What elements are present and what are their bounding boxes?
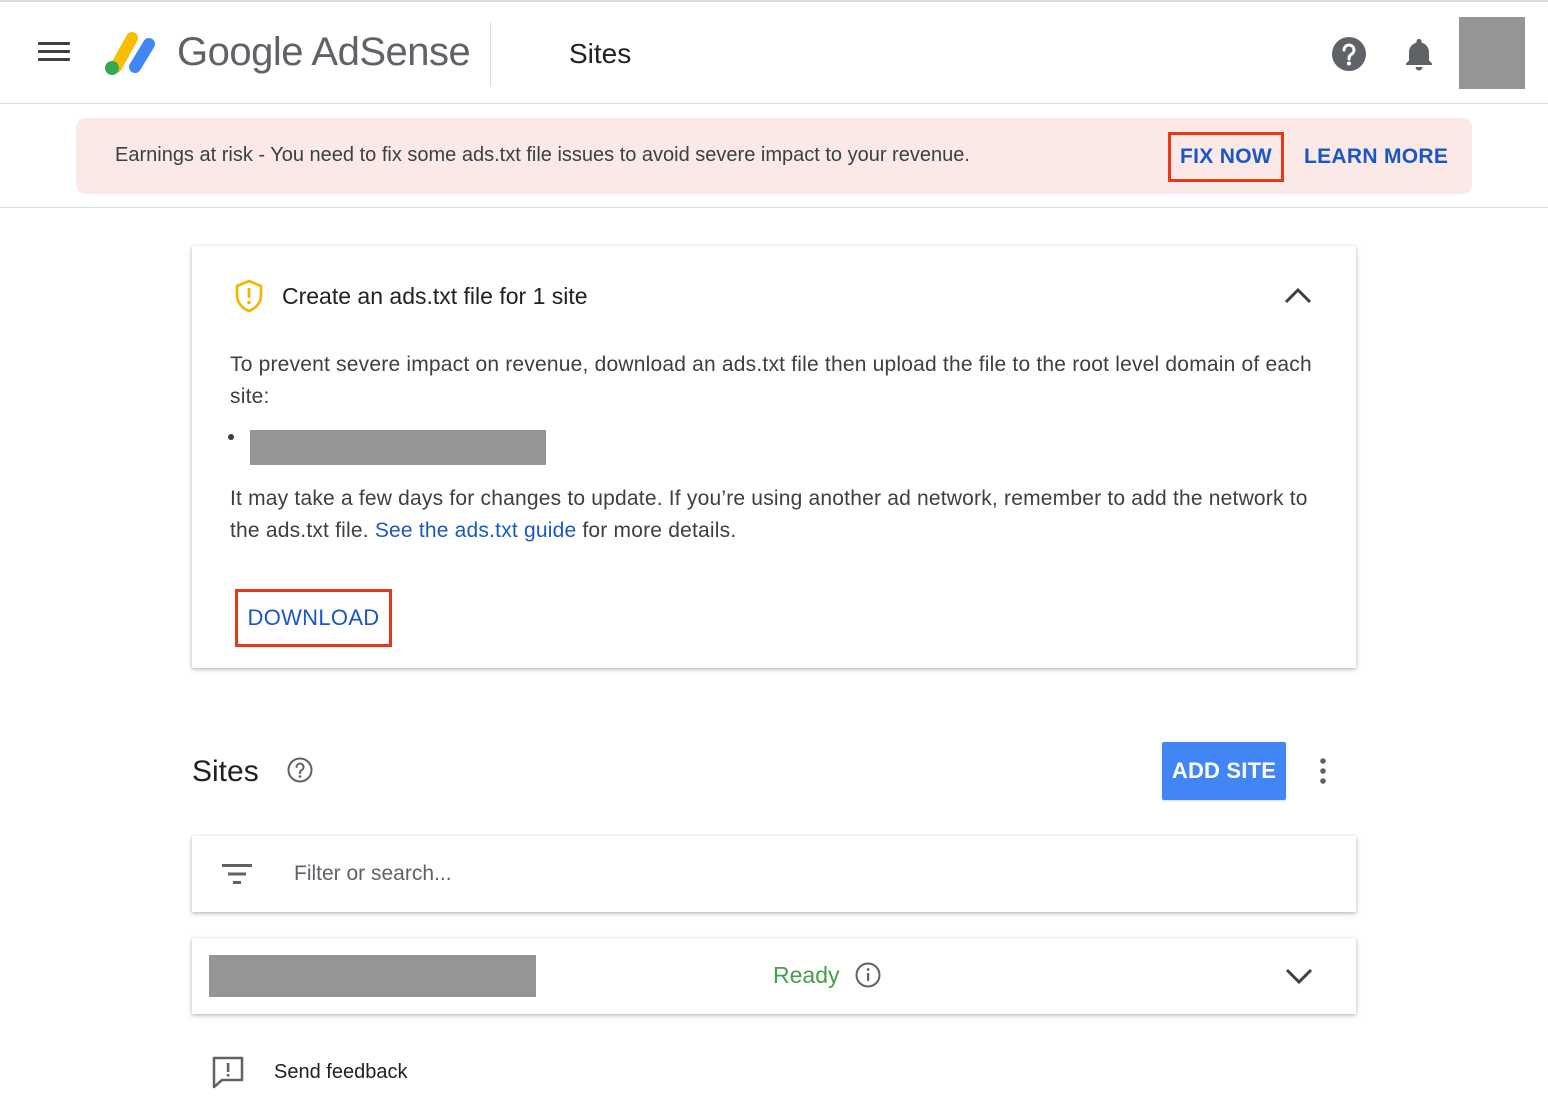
- menu-icon[interactable]: [38, 42, 70, 66]
- shield-warning-icon: [235, 279, 263, 313]
- filter-bar: [192, 836, 1356, 912]
- list-bullet: [228, 434, 234, 440]
- header-divider: [490, 22, 491, 86]
- note-text-end: for more details.: [576, 519, 737, 542]
- card-title: Create an ads.txt file for 1 site: [282, 283, 588, 309]
- filter-search-input[interactable]: [294, 856, 1324, 892]
- info-icon[interactable]: [855, 962, 881, 988]
- feedback-icon: [212, 1056, 244, 1089]
- redacted-site-name: [209, 955, 536, 997]
- brand-name: Google AdSense: [177, 30, 471, 75]
- card-note: It may take a few days for changes to up…: [230, 483, 1320, 547]
- add-site-button[interactable]: ADD SITE: [1162, 742, 1286, 800]
- page-title: Sites: [569, 38, 632, 69]
- more-vert-icon[interactable]: [1313, 756, 1333, 786]
- earnings-at-risk-banner: Earnings at risk - You need to fix some …: [76, 118, 1472, 194]
- banner-message: Earnings at risk - You need to fix some …: [115, 144, 970, 166]
- site-status: Ready: [773, 962, 840, 988]
- ads-txt-guide-link[interactable]: See the ads.txt guide: [375, 519, 577, 542]
- brand-google: Google: [177, 30, 303, 74]
- filter-icon[interactable]: [221, 862, 253, 886]
- feedback-label: Send feedback: [274, 1061, 408, 1083]
- learn-more-button[interactable]: LEARN MORE: [1304, 145, 1448, 169]
- brand-product: AdSense: [311, 30, 471, 74]
- bell-icon[interactable]: [1401, 35, 1437, 73]
- chevron-up-icon[interactable]: [1282, 284, 1314, 306]
- help-icon[interactable]: [1331, 36, 1367, 72]
- top-app-bar: Google AdSense Sites: [0, 0, 1548, 104]
- chevron-down-icon[interactable]: [1284, 966, 1314, 986]
- download-button[interactable]: DOWNLOAD: [235, 589, 392, 647]
- ads-txt-card: Create an ads.txt file for 1 site To pre…: [192, 246, 1356, 668]
- card-instruction: To prevent severe impact on revenue, dow…: [230, 353, 1312, 408]
- adsense-logo: [105, 32, 155, 75]
- sites-heading: Sites: [192, 755, 259, 788]
- redacted-site-name: [250, 430, 546, 465]
- avatar[interactable]: [1459, 17, 1525, 89]
- fix-now-button[interactable]: FIX NOW: [1168, 132, 1284, 182]
- site-row[interactable]: Ready: [192, 938, 1356, 1014]
- help-circle-icon[interactable]: [287, 757, 313, 783]
- banner-area: Earnings at risk - You need to fix some …: [0, 104, 1548, 208]
